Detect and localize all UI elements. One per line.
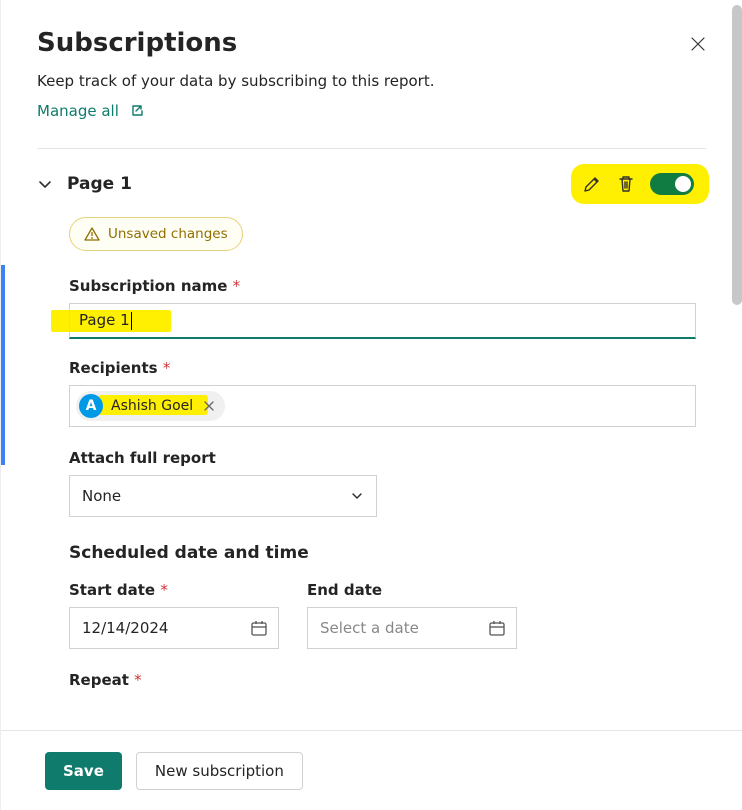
chevron-down-icon (350, 489, 364, 503)
recipient-name: Ashish Goel (111, 398, 193, 414)
calendar-icon (488, 619, 506, 637)
scrollbar[interactable] (732, 5, 742, 305)
start-date-input[interactable]: 12/14/2024 (69, 607, 279, 649)
recipients-input[interactable]: A Ashish Goel (69, 385, 696, 427)
recipients-label: Recipients * (69, 359, 696, 377)
remove-recipient-icon[interactable] (201, 400, 217, 412)
chevron-down-icon (37, 176, 53, 192)
start-date-value: 12/14/2024 (82, 619, 168, 637)
save-button[interactable]: Save (45, 752, 122, 790)
scheduled-section-title: Scheduled date and time (69, 543, 696, 563)
end-date-label: End date (307, 581, 517, 599)
recipient-chip: A Ashish Goel (76, 391, 225, 421)
subscription-name-label: Subscription name * (69, 277, 696, 295)
footer: Save New subscription (1, 730, 742, 810)
calendar-icon (250, 619, 268, 637)
repeat-label: Repeat * (69, 671, 696, 689)
warning-icon (84, 226, 100, 242)
attach-report-select[interactable]: None (69, 475, 377, 517)
delete-icon[interactable] (616, 174, 636, 194)
attach-report-value: None (82, 487, 121, 505)
end-date-input[interactable]: Select a date (307, 607, 517, 649)
subscription-name-input[interactable] (69, 303, 696, 339)
unsaved-changes-badge: Unsaved changes (69, 217, 243, 251)
enable-toggle[interactable] (650, 173, 694, 195)
edit-icon[interactable] (582, 174, 602, 194)
panel-title: Subscriptions (37, 28, 237, 58)
new-subscription-button[interactable]: New subscription (136, 752, 303, 790)
divider (37, 148, 706, 149)
unsaved-label: Unsaved changes (108, 226, 228, 242)
section-title: Page 1 (67, 174, 132, 194)
section-toggle-row[interactable]: Page 1 (37, 174, 132, 194)
section-actions (574, 167, 706, 201)
close-icon[interactable] (686, 32, 710, 56)
manage-all-link[interactable]: Manage all (37, 102, 119, 120)
start-date-label: Start date * (69, 581, 279, 599)
avatar: A (79, 394, 103, 418)
left-accent-bar (1, 265, 5, 465)
external-link-icon[interactable] (129, 103, 145, 119)
attach-report-label: Attach full report (69, 449, 696, 467)
end-date-placeholder: Select a date (320, 619, 419, 637)
subscriptions-panel: Subscriptions Keep track of your data by… (0, 0, 742, 810)
panel-subtitle: Keep track of your data by subscribing t… (37, 72, 706, 90)
